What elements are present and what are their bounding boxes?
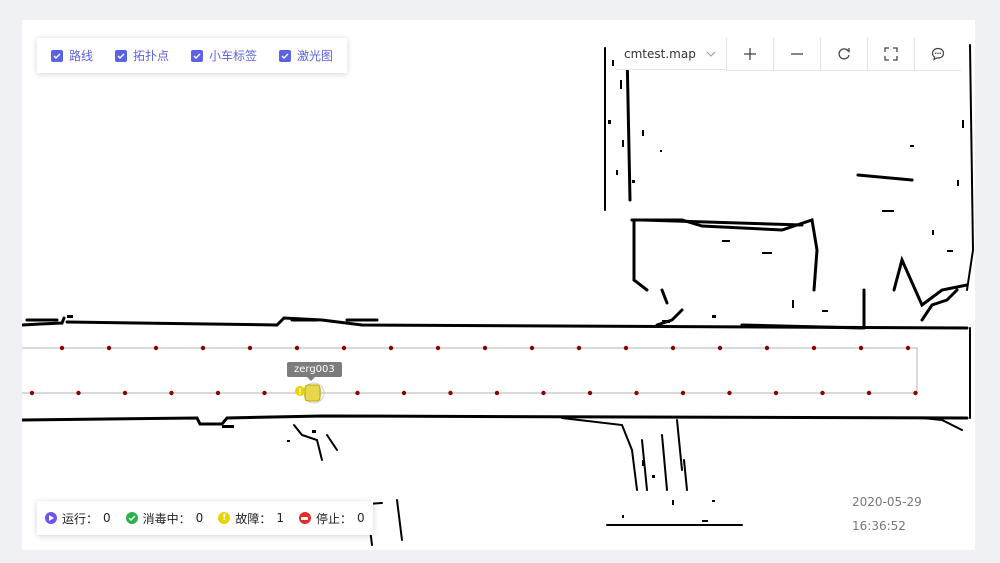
- topology-point[interactable]: [106, 345, 112, 351]
- topology-point[interactable]: [59, 345, 65, 351]
- vehicle-label: zerg003: [287, 362, 342, 381]
- play-icon: [45, 512, 57, 524]
- topology-point[interactable]: [623, 345, 629, 351]
- date-text: 2020-05-29: [852, 495, 922, 509]
- status-bar: 运行： 0 消毒中： 0 ! 故障： 1 停止： 0: [37, 501, 373, 535]
- topology-point[interactable]: [680, 390, 686, 396]
- topology-point[interactable]: [215, 390, 221, 396]
- status-running-label: 运行：: [62, 511, 99, 526]
- topology-point[interactable]: [153, 345, 159, 351]
- topology-point[interactable]: [811, 345, 817, 351]
- check-circle-icon: [125, 512, 138, 524]
- stop-icon: [298, 512, 311, 524]
- zoom-out-button[interactable]: [773, 37, 820, 71]
- status-running-count: 0: [103, 511, 111, 525]
- layer-toggle-topology[interactable]: 拓扑点: [115, 47, 169, 64]
- checkbox-checked-icon[interactable]: [115, 49, 128, 62]
- zoom-in-button[interactable]: [726, 37, 773, 71]
- status-stopped-count: 0: [356, 511, 365, 525]
- laser-walls: [22, 44, 975, 546]
- topology-point[interactable]: [866, 390, 872, 396]
- laser-speckle: [67, 60, 964, 522]
- topology-point[interactable]: [448, 390, 453, 396]
- topology-point[interactable]: [727, 390, 732, 396]
- topology-point[interactable]: [355, 390, 360, 396]
- fullscreen-icon: [884, 46, 898, 61]
- status-disinfecting-label: 消毒中：: [142, 511, 191, 526]
- svg-text:!: !: [298, 388, 302, 397]
- topology-point[interactable]: [247, 345, 253, 351]
- topology-point[interactable]: [294, 345, 300, 351]
- checkbox-checked-icon[interactable]: [279, 49, 292, 62]
- layer-label-route: 路线: [69, 49, 94, 63]
- status-fault: ! 故障： 1: [218, 510, 284, 527]
- layer-label-vehicle-label: 小车标签: [209, 49, 258, 63]
- checkbox-checked-icon[interactable]: [191, 49, 204, 62]
- map-toolbar: cmtest.map: [616, 37, 961, 71]
- topology-point[interactable]: [670, 345, 676, 351]
- topology-point[interactable]: [122, 390, 128, 396]
- topology-point[interactable]: [169, 390, 174, 396]
- message-icon: [931, 47, 945, 61]
- topology-point[interactable]: [76, 390, 81, 396]
- topology-point[interactable]: [717, 345, 723, 351]
- layer-toggle-route[interactable]: 路线: [51, 47, 93, 64]
- topology-point[interactable]: [541, 390, 546, 396]
- zoom-in-icon: [744, 47, 756, 60]
- layer-toggle-vehicle-label[interactable]: 小车标签: [191, 47, 257, 64]
- checkbox-checked-icon[interactable]: [51, 49, 63, 62]
- topology-point[interactable]: [435, 345, 441, 351]
- topology-point[interactable]: [913, 390, 918, 396]
- status-disinfecting-count: 0: [195, 511, 204, 525]
- warning-icon: !: [218, 512, 231, 524]
- topology-point[interactable]: [529, 345, 535, 351]
- chevron-down-icon: [706, 51, 716, 57]
- status-stopped: 停止： 0: [298, 510, 365, 527]
- timestamp: 2020-05-29 16:36:52: [852, 490, 922, 538]
- topology-point[interactable]: [587, 390, 593, 396]
- laser-map[interactable]: !: [22, 20, 975, 550]
- status-stopped-label: 停止：: [315, 511, 352, 526]
- topology-point[interactable]: [494, 390, 500, 396]
- topology-point[interactable]: [262, 390, 267, 396]
- status-fault-label: 故障：: [235, 511, 272, 526]
- status-fault-count: 1: [276, 511, 284, 525]
- topology-point[interactable]: [29, 390, 35, 396]
- fullscreen-button[interactable]: [867, 37, 914, 71]
- status-running: 运行： 0: [45, 510, 111, 527]
- topology-point[interactable]: [341, 345, 347, 351]
- topology-point[interactable]: [905, 345, 911, 351]
- layer-toggles: 路线 拓扑点 小车标签 激光图: [37, 38, 348, 73]
- zoom-out-icon: [791, 52, 803, 55]
- topology-point[interactable]: [482, 345, 488, 351]
- layer-label-laser-map: 激光图: [297, 49, 334, 63]
- message-button[interactable]: [914, 37, 961, 71]
- routes: [22, 347, 918, 394]
- status-disinfecting: 消毒中： 0: [125, 510, 204, 527]
- topology-point[interactable]: [820, 390, 825, 396]
- topology-points: [29, 345, 918, 396]
- topology-point[interactable]: [764, 345, 770, 351]
- topology-point[interactable]: [858, 345, 864, 351]
- topology-point[interactable]: [576, 345, 582, 351]
- layer-toggle-laser-map[interactable]: 激光图: [279, 47, 333, 64]
- layer-label-topology: 拓扑点: [133, 49, 170, 63]
- topology-point[interactable]: [200, 345, 206, 351]
- refresh-icon: [838, 47, 850, 60]
- topology-point[interactable]: [634, 390, 639, 396]
- refresh-button[interactable]: [820, 37, 867, 71]
- time-text: 16:36:52: [852, 519, 906, 533]
- topology-point[interactable]: [773, 390, 779, 396]
- map-select-value: cmtest.map: [624, 46, 696, 61]
- topology-point[interactable]: [401, 390, 407, 396]
- vehicle-zerg003[interactable]: !: [295, 382, 325, 404]
- map-select[interactable]: cmtest.map: [616, 38, 726, 70]
- topology-point[interactable]: [388, 345, 394, 351]
- map-panel: ! zerg003 路线 拓扑点 小车标签 激光图 cmtest.map 运行：…: [22, 20, 975, 550]
